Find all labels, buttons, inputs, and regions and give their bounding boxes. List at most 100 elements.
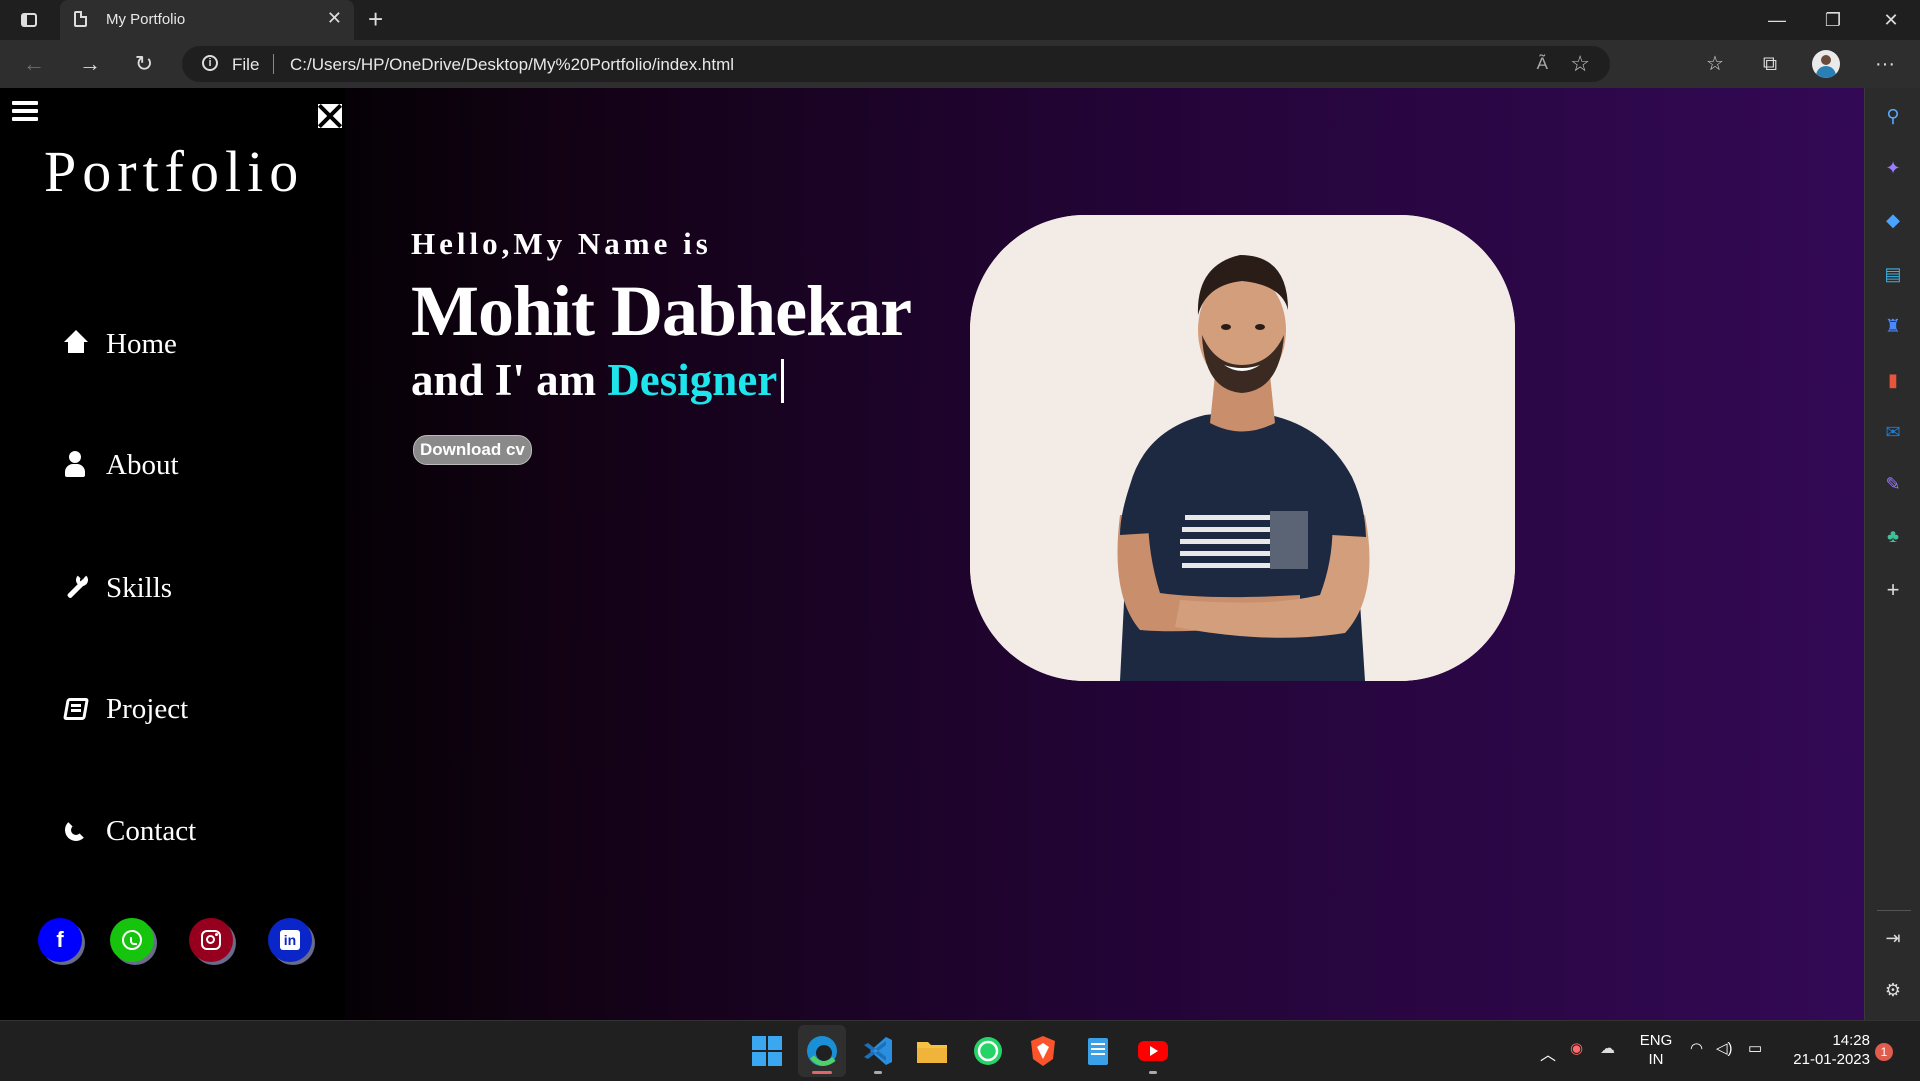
profile-avatar[interactable] [1812,50,1840,78]
sidebar-divider [1877,910,1911,911]
youtube-indicator [1149,1071,1157,1074]
linkedin-icon: in [280,930,300,950]
add-favorite-icon[interactable]: ☆ [1570,51,1590,77]
copilot-icon[interactable]: ✦ [1881,156,1905,180]
windows-start-icon[interactable] [749,1033,785,1069]
url-text[interactable]: C:/Users/HP/OneDrive/Desktop/My%20Portfo… [290,55,734,75]
browser-tab[interactable]: My Portfolio ✕ [60,0,354,40]
wifi-icon[interactable]: ◠ [1690,1039,1703,1057]
brave-browser-icon[interactable] [1025,1033,1061,1069]
more-menu-button[interactable]: ··· [1870,50,1900,78]
site-info-icon[interactable]: i [202,55,218,71]
role-prefix: and I' am [411,355,597,405]
avatar-shoulders [1816,66,1836,78]
browser-toolbar: ← → ↻ i File C:/Users/HP/OneDrive/Deskto… [0,40,1920,88]
page-viewport: Portfolio Home About Skills Project Cont… [0,88,1864,1020]
settings-gear-icon[interactable]: ⚙ [1881,978,1905,1002]
tab-actions-button[interactable] [16,8,42,32]
tab-actions-icon [21,13,37,27]
edge-active-indicator [812,1071,832,1074]
avatar-head [1821,55,1831,65]
linkedin-link[interactable]: in [268,918,312,962]
games-icon[interactable]: ♜ [1881,314,1905,338]
search-icon[interactable]: ⚲ [1881,104,1905,128]
facebook-icon: f [56,927,64,952]
forward-button[interactable]: → [72,48,108,80]
collections-icon[interactable]: ⧉ [1755,50,1785,78]
tab-title: My Portfolio [106,11,186,28]
language-primary: ENG [1639,1032,1673,1049]
file-explorer-icon[interactable] [914,1033,950,1069]
user-icon [62,451,90,479]
add-sidebar-app-icon[interactable]: + [1881,578,1905,602]
onedrive-icon[interactable]: ☁ [1600,1039,1615,1057]
edge-browser-icon[interactable] [804,1033,840,1069]
notification-badge[interactable]: 1 [1875,1043,1893,1061]
refresh-button[interactable]: ↻ [126,48,162,80]
favorites-icon[interactable]: ☆ [1700,50,1730,78]
outlook-icon[interactable]: ✉ [1881,420,1905,444]
battery-icon[interactable]: ▭ [1748,1039,1762,1057]
whatsapp-link[interactable] [110,918,154,962]
tray-app-icon[interactable]: ◉ [1570,1039,1583,1057]
restore-button[interactable]: ❐ [1813,4,1853,36]
scheme-label: File [232,55,260,74]
address-separator [273,54,274,74]
nav-label: Home [106,327,177,360]
close-window-button[interactable]: ✕ [1871,4,1911,36]
vscode-indicator [874,1071,882,1074]
address-bar[interactable]: i File C:/Users/HP/OneDrive/Desktop/My%2… [182,46,1610,82]
tray-overflow-icon[interactable]: ︿ [1540,1041,1556,1065]
youtube-icon[interactable] [1135,1033,1171,1069]
hero-greeting: Hello,My Name is [411,226,712,261]
designer-icon[interactable]: ✎ [1881,472,1905,496]
clock-time: 14:28 [1832,1032,1870,1049]
nav-label: Skills [106,571,173,604]
instagram-icon [201,930,221,950]
read-aloud-icon[interactable]: Ã [1537,54,1548,74]
portrait-illustration [970,215,1515,681]
back-button[interactable]: ← [16,48,52,80]
brand-logo-text: Portfolio [44,139,305,204]
shopping-tag-icon[interactable]: ◆ [1881,208,1905,232]
browser-titlebar: My Portfolio ✕ + — ❐ ✕ [0,0,1920,40]
close-menu-icon[interactable] [318,104,342,128]
nav-item-about[interactable]: About [62,445,179,485]
tab-close-button[interactable]: ✕ [327,8,342,29]
wrench-icon [62,574,90,602]
language-indicator[interactable]: ENG IN [1636,1031,1676,1069]
hide-sidebar-icon[interactable]: ⇥ [1881,926,1905,950]
nav-item-contact[interactable]: Contact [62,811,196,851]
edge-sidebar: ⚲ ✦ ◆ ▤ ♜ ▮ ✉ ✎ ♣ + ⇥ ⚙ [1864,88,1920,1020]
new-tab-button[interactable]: + [368,4,383,34]
instagram-link[interactable] [189,918,233,962]
tree-icon[interactable]: ♣ [1881,524,1905,548]
nav-item-home[interactable]: Home [62,324,177,364]
typing-caret [781,359,785,403]
nav-label: Contact [106,814,197,847]
nav-item-skills[interactable]: Skills [62,568,172,608]
hero-role-line: and I' am Designer [411,354,785,406]
notepad-icon[interactable] [1080,1033,1116,1069]
volume-icon[interactable]: ◁) [1716,1039,1733,1057]
profile-photo [970,215,1515,681]
role-word: Designer [607,355,778,405]
clock[interactable]: 14:28 21-01-2023 [1790,1031,1870,1069]
tools-icon[interactable]: ▤ [1881,262,1905,286]
whatsapp-icon [122,930,142,950]
clock-date: 21-01-2023 [1793,1051,1870,1068]
book-icon [62,695,90,723]
home-icon [62,330,90,358]
download-cv-button[interactable]: Download cv [413,435,532,465]
whatsapp-app-icon[interactable] [970,1033,1006,1069]
nav-item-project[interactable]: Project [62,689,188,729]
nav-label: About [106,448,179,481]
facebook-link[interactable]: f [38,918,82,962]
windows-taskbar: ︿ ◉ ☁ ENG IN ◠ ◁) ▭ 14:28 21-01-2023 1 [0,1020,1920,1081]
minimize-button[interactable]: — [1757,4,1797,36]
page-icon [74,11,87,27]
office-icon[interactable]: ▮ [1881,368,1905,392]
hamburger-menu-icon[interactable] [12,100,38,128]
vscode-icon[interactable] [860,1033,896,1069]
language-secondary: IN [1648,1051,1664,1068]
